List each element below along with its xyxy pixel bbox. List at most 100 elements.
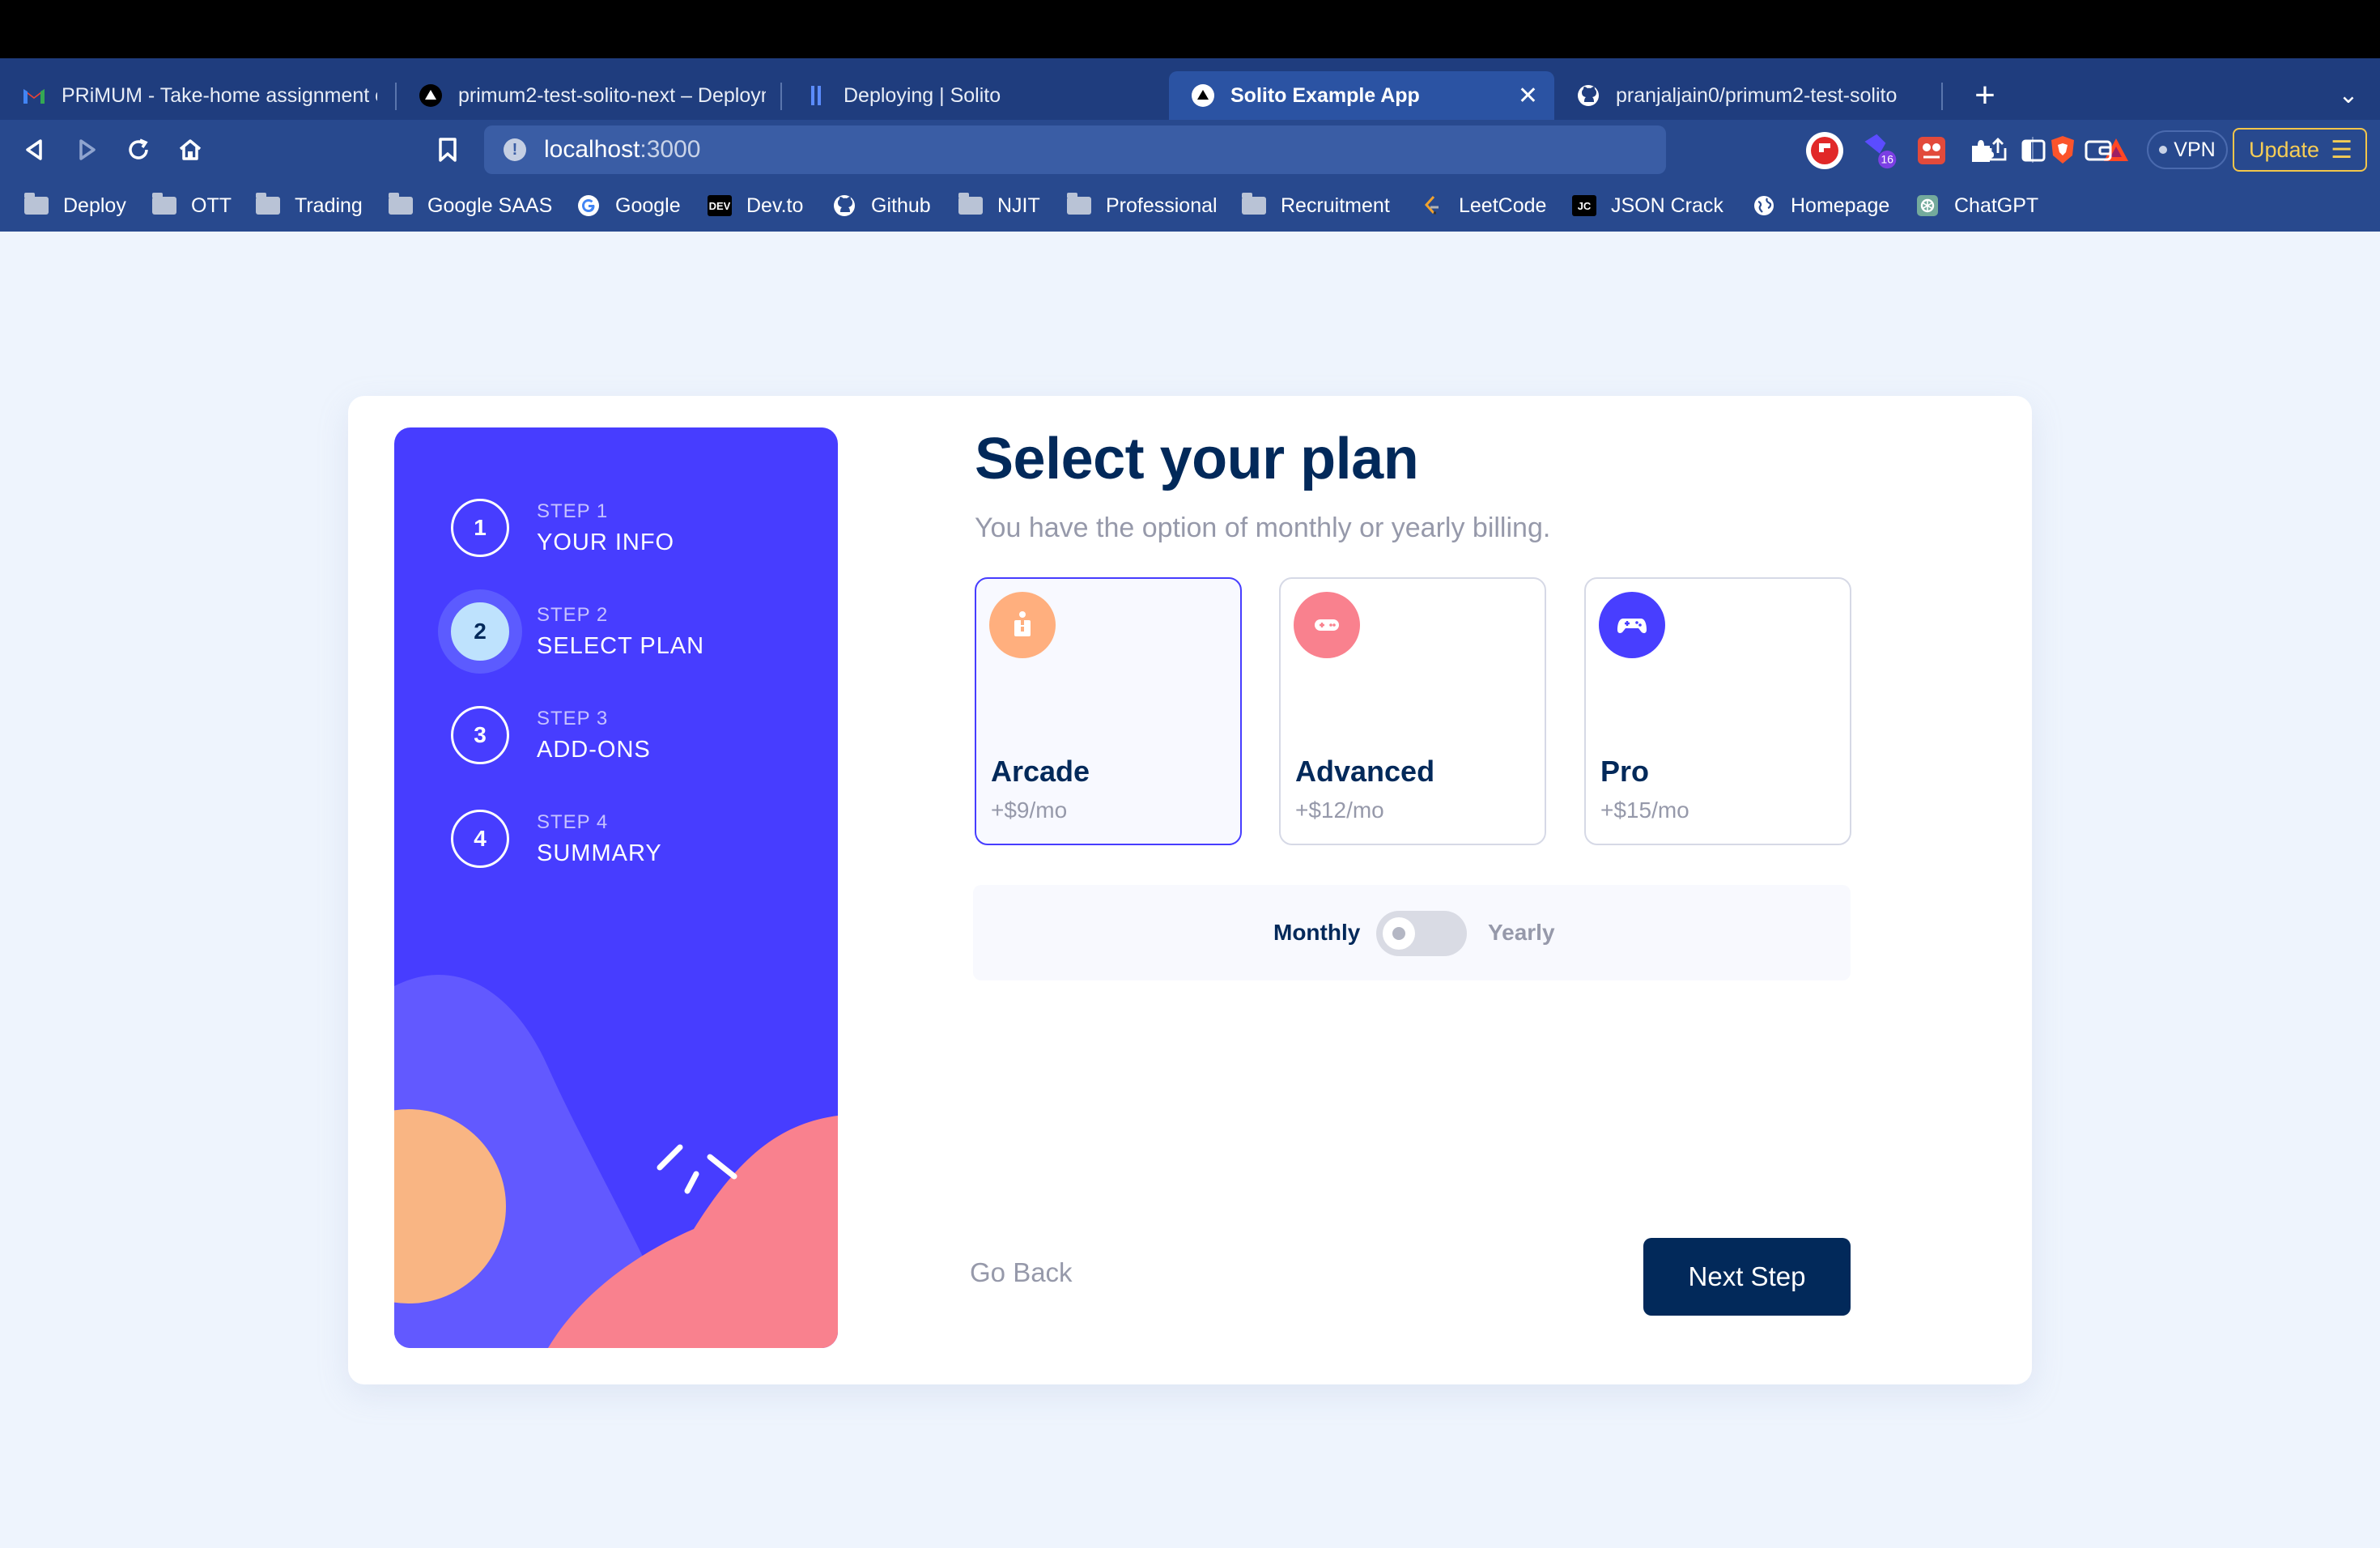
folder-icon (1067, 193, 1091, 216)
bookmark-json-crack[interactable]: JC JSON Crack (1572, 191, 1723, 220)
tab-title: primum2-test-solito-next – Deploym (458, 83, 766, 107)
tab-title: Deploying | Solito (844, 83, 1001, 107)
tab-vercel-deployment[interactable]: primum2-test-solito-next – Deploym (397, 71, 782, 120)
gmail-icon (23, 84, 45, 107)
bookmark-label: Google (615, 194, 681, 217)
github-icon (1577, 84, 1600, 107)
plan-name: Pro (1600, 755, 1650, 788)
yearly-label[interactable]: Yearly (1488, 920, 1555, 946)
bookmark-chatgpt[interactable]: ChatGPT (1915, 191, 2038, 220)
sidebar-background-illustration (394, 975, 838, 1348)
bookmark-label: Trading (295, 194, 363, 217)
vpn-button[interactable]: VPN (2147, 130, 2228, 169)
reload-icon[interactable] (115, 126, 162, 173)
browser-chrome: PRiMUM - Take-home assignment c primum2-… (0, 58, 2380, 232)
step-number: 1 (451, 499, 509, 557)
tab-solito-example-app[interactable]: Solito Example App ✕ (1169, 71, 1554, 120)
vercel-icon (1192, 84, 1214, 107)
bookmark-label: Github (871, 194, 931, 217)
chatgpt-icon (1915, 195, 1940, 216)
step-summary[interactable]: 4 STEP 4 SUMMARY (451, 806, 791, 871)
bookmark-njit[interactable]: NJIT (958, 191, 1040, 220)
bookmark-recruitment[interactable]: Recruitment (1242, 191, 1390, 220)
bookmark-google-saas[interactable]: Google SAAS (389, 191, 552, 220)
bookmark-deploy[interactable]: Deploy (24, 191, 126, 220)
bookmark-icon[interactable] (424, 126, 471, 173)
plan-card-arcade[interactable]: Arcade +$9/mo (975, 577, 1242, 845)
bookmark-label: Professional (1106, 194, 1218, 217)
metamask-extension-icon[interactable]: 16 (1860, 131, 1899, 170)
next-step-button[interactable]: Next Step (1643, 1238, 1851, 1316)
plan-price: +$9/mo (991, 797, 1068, 823)
flipboard-extension-icon[interactable] (1805, 131, 1844, 170)
tab-github-repo[interactable]: pranjaljain0/primum2-test-solito (1554, 71, 1943, 120)
tab-title: pranjaljain0/primum2-test-solito (1616, 83, 1898, 107)
plan-name: Advanced (1295, 755, 1435, 788)
plan-price: +$12/mo (1295, 797, 1384, 823)
step-select-plan[interactable]: 2 STEP 2 SELECT PLAN (451, 599, 791, 664)
github-icon (832, 195, 856, 216)
plan-name: Arcade (991, 755, 1090, 788)
bookmark-trading[interactable]: Trading (256, 191, 363, 220)
plan-card-advanced[interactable]: Advanced +$12/mo (1279, 577, 1546, 845)
close-icon[interactable]: ✕ (1502, 82, 1538, 110)
billing-toggle-panel: Monthly Yearly (973, 885, 1851, 980)
folder-icon (389, 193, 413, 216)
tab-solito-docs[interactable]: Deploying | Solito (782, 71, 1167, 120)
step-name: SELECT PLAN (537, 632, 705, 659)
address-bar[interactable]: ! localhost:3000 (484, 125, 2128, 174)
folder-icon (256, 193, 280, 216)
bookmark-leetcode[interactable]: LeetCode (1420, 191, 1546, 220)
url-host: localhost (544, 136, 640, 163)
bookmark-label: OTT (191, 194, 232, 217)
sidebar-toggle-icon[interactable] (2014, 131, 2053, 170)
globe-icon (1752, 195, 1776, 216)
go-back-button[interactable]: Go Back (970, 1257, 1073, 1288)
steps-sidebar: 1 STEP 1 YOUR INFO 2 STEP 2 SELECT PLAN … (394, 427, 838, 1348)
plan-card-pro[interactable]: Pro +$15/mo (1584, 577, 1851, 845)
bookmark-github[interactable]: Github (832, 191, 931, 220)
bookmark-homepage[interactable]: Homepage (1752, 191, 1889, 220)
tab-title: PRiMUM - Take-home assignment c (62, 83, 377, 107)
hamburger-menu-icon[interactable]: ☰ (2331, 136, 2352, 164)
leetcode-icon (1420, 195, 1444, 216)
page-subtitle: You have the option of monthly or yearly… (975, 512, 1551, 543)
bookmark-label: Google SAAS (427, 194, 553, 217)
home-icon[interactable] (167, 126, 214, 173)
step-name: YOUR INFO (537, 529, 675, 555)
solito-icon (805, 84, 827, 107)
bookmark-label: Homepage (1791, 194, 1890, 217)
step-your-info[interactable]: 1 STEP 1 YOUR INFO (451, 495, 791, 560)
tab-separator (1941, 83, 1943, 110)
bookmark-ott[interactable]: OTT (152, 191, 232, 220)
bookmark-professional[interactable]: Professional (1067, 191, 1218, 220)
bookmark-google[interactable]: Google (576, 191, 681, 220)
step-label: STEP 2 (537, 603, 609, 626)
folder-icon (152, 193, 176, 216)
forward-icon[interactable] (63, 126, 110, 173)
page-title: Select your plan (975, 427, 1419, 491)
tab-list-chevron-icon[interactable]: ⌄ (2328, 74, 2369, 115)
vercel-icon (419, 84, 442, 107)
redux-devtools-icon[interactable] (1912, 131, 1951, 170)
wallet-icon[interactable] (2079, 131, 2118, 170)
os-top-bar (0, 0, 2380, 58)
update-button[interactable]: Update ☰ (2233, 128, 2367, 172)
toggle-knob[interactable] (1383, 917, 1415, 950)
bookmark-label: LeetCode (1459, 194, 1547, 217)
back-icon[interactable] (11, 126, 58, 173)
pro-icon (1599, 592, 1665, 658)
monthly-label[interactable]: Monthly (1273, 920, 1360, 946)
update-label: Update (2249, 137, 2320, 162)
billing-toggle-switch[interactable] (1376, 911, 1467, 956)
new-tab-plus-icon[interactable]: + (1962, 73, 2008, 118)
bookmark-label: Dev.to (746, 194, 804, 217)
tab-primum-gmail[interactable]: PRiMUM - Take-home assignment c (0, 71, 393, 120)
site-info-icon[interactable]: ! (504, 138, 526, 161)
tab-strip: PRiMUM - Take-home assignment c primum2-… (0, 58, 2380, 120)
step-add-ons[interactable]: 3 STEP 3 ADD-ONS (451, 703, 791, 768)
tab-title: Solito Example App (1230, 83, 1420, 107)
bookmark-devto[interactable]: DEV Dev.to (708, 191, 803, 220)
google-icon (576, 195, 601, 216)
extensions-puzzle-icon[interactable] (1962, 131, 2001, 170)
